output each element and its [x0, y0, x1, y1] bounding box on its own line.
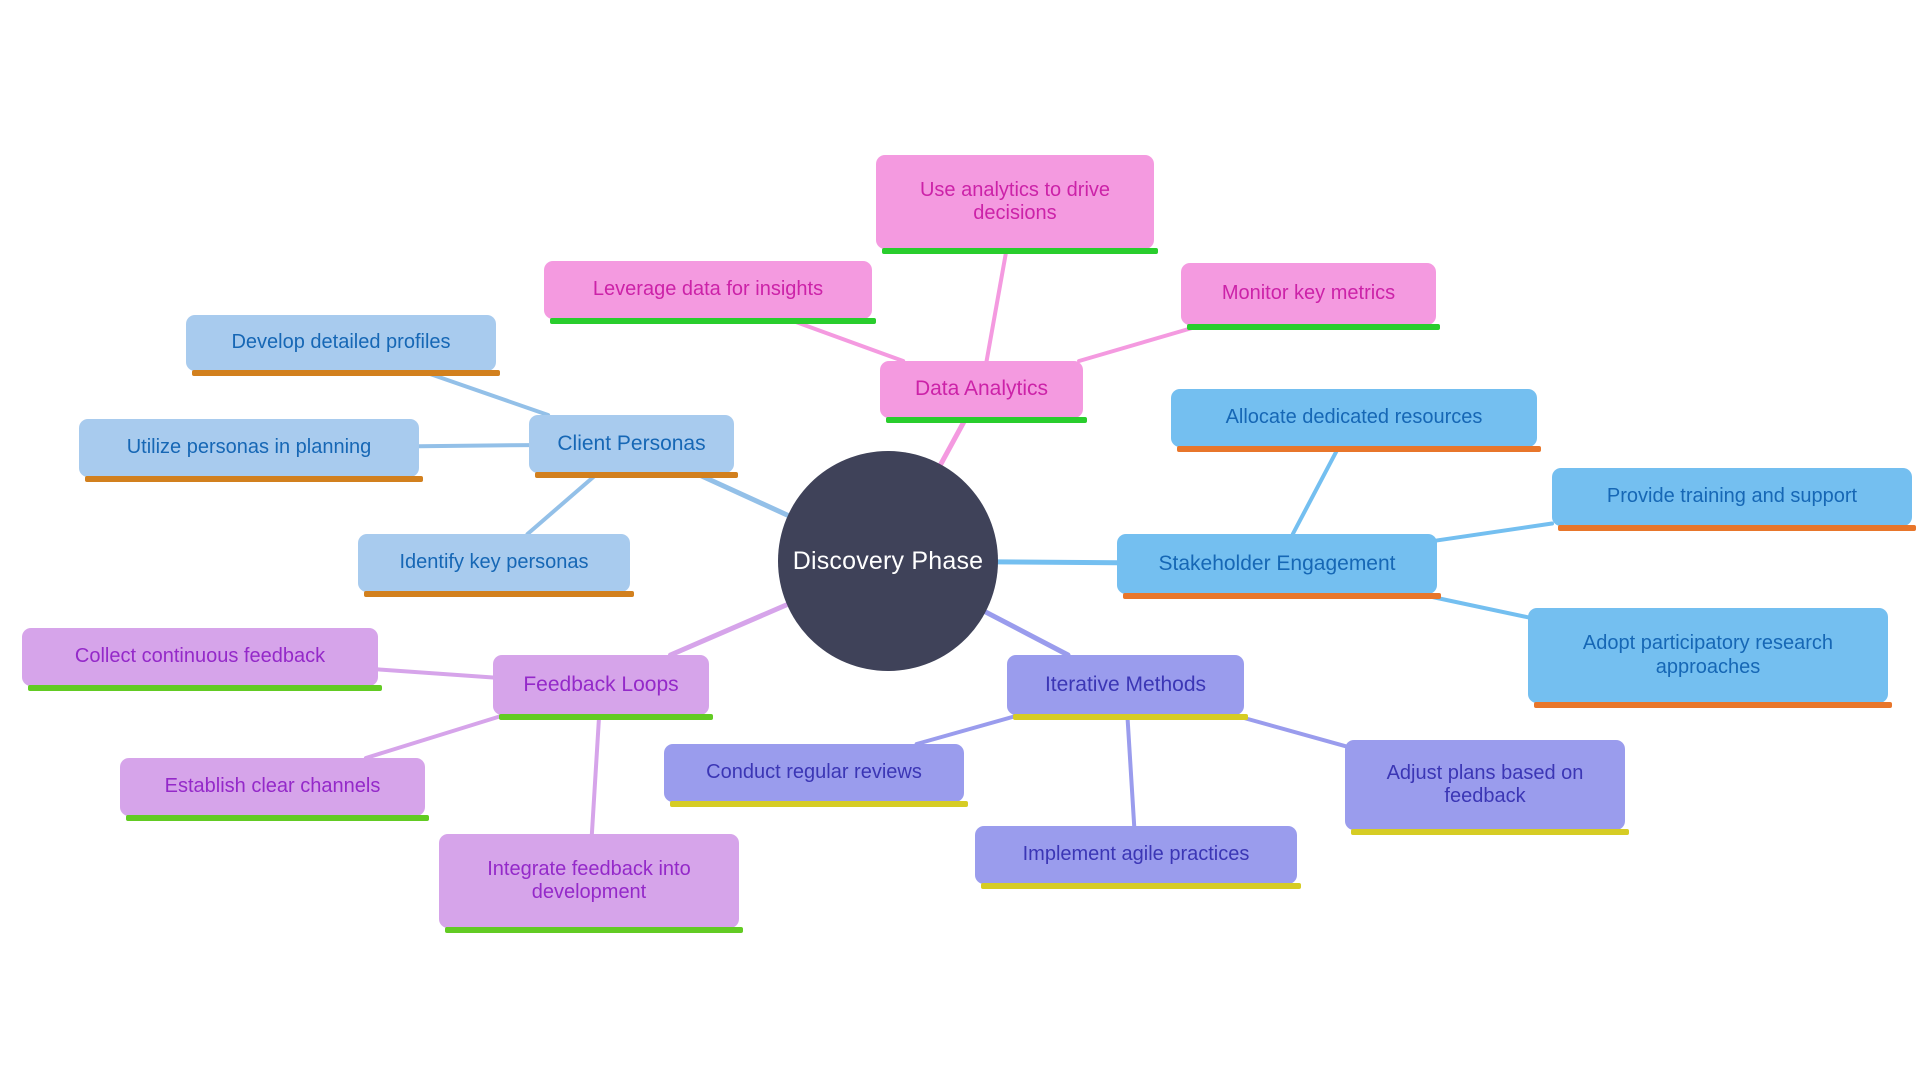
leaf-node-conduct-regular-reviews[interactable]: Conduct regular reviews [664, 744, 964, 802]
branch-node-iterative-methods[interactable]: Iterative Methods [1007, 655, 1244, 715]
node-label: Implement agile practices [1022, 843, 1250, 866]
edge [1125, 713, 1137, 828]
node-underline-adopt-participatory-research-approaches [1534, 702, 1892, 708]
node-label: Provide training and support [1606, 485, 1858, 508]
node-underline-develop-detailed-profiles [192, 370, 500, 376]
node-underline-stakeholder-engagement [1123, 593, 1441, 599]
leaf-node-allocate-dedicated-resources[interactable]: Allocate dedicated resources [1171, 389, 1537, 447]
leaf-node-provide-training-and-support[interactable]: Provide training and support [1552, 468, 1912, 526]
node-label: Data Analytics [914, 377, 1049, 401]
edge [363, 713, 507, 760]
node-underline-data-analytics [886, 417, 1087, 423]
node-label: Allocate dedicated resources [1225, 406, 1483, 429]
node-label: Identify key personas [399, 551, 589, 574]
edge [419, 369, 551, 417]
leaf-node-adopt-participatory-research-approaches[interactable]: Adopt participatory research approaches [1528, 608, 1888, 703]
leaf-node-use-analytics-to-drive-decisions[interactable]: Use analytics to drive decisions [876, 155, 1154, 249]
branch-node-data-analytics[interactable]: Data Analytics [880, 361, 1083, 418]
node-underline-conduct-regular-reviews [670, 801, 968, 807]
leaf-node-monitor-key-metrics[interactable]: Monitor key metrics [1181, 263, 1436, 325]
edge [914, 713, 1022, 746]
mindmap-canvas: Discovery Phase Client Personas Develop de… [0, 0, 1920, 1080]
edge [1435, 521, 1554, 543]
edge [984, 247, 1009, 363]
node-label: Collect continuous feedback [74, 645, 326, 668]
node-label: Leverage data for insights [592, 278, 824, 301]
branch-node-stakeholder-engagement[interactable]: Stakeholder Engagement [1117, 534, 1437, 594]
edge [983, 609, 1071, 658]
edge [1231, 713, 1347, 749]
node-underline-identify-key-personas [364, 591, 634, 597]
leaf-node-implement-agile-practices[interactable]: Implement agile practices [975, 826, 1297, 884]
node-underline-iterative-methods [1013, 714, 1248, 720]
edge [1290, 445, 1341, 536]
node-underline-integrate-feedback-into-development [445, 927, 743, 933]
node-label: Iterative Methods [1044, 672, 1207, 696]
edge [1077, 323, 1205, 363]
node-underline-monitor-key-metrics [1187, 324, 1440, 330]
node-label: Use analytics to drive decisions [919, 178, 1111, 224]
node-label: Adopt participatory research approaches [1582, 632, 1834, 678]
edge [525, 471, 600, 536]
leaf-node-adjust-plans-based-on-feedback[interactable]: Adjust plans based on feedback [1345, 740, 1625, 830]
node-underline-feedback-loops [499, 714, 713, 720]
leaf-node-develop-detailed-profiles[interactable]: Develop detailed profiles [186, 315, 496, 371]
edge [376, 667, 495, 680]
node-label: Adjust plans based on feedback [1386, 761, 1584, 807]
node-label: Develop detailed profiles [231, 331, 451, 354]
node-underline-collect-continuous-feedback [28, 685, 382, 691]
leaf-node-collect-continuous-feedback[interactable]: Collect continuous feedback [22, 628, 378, 686]
edge [667, 602, 790, 658]
node-underline-implement-agile-practices [981, 883, 1301, 889]
leaf-node-identify-key-personas[interactable]: Identify key personas [358, 534, 630, 592]
node-underline-utilize-personas-in-planning [85, 476, 423, 482]
node-label: Monitor key metrics [1221, 282, 1396, 305]
edge [417, 443, 531, 449]
node-label: Integrate feedback into development [487, 857, 691, 903]
edge [589, 713, 602, 836]
node-label: Stakeholder Engagement [1158, 551, 1396, 575]
node-label: Utilize personas in planning [126, 436, 372, 459]
root-node-discovery-phase[interactable]: Discovery Phase [778, 451, 998, 671]
node-underline-establish-clear-channels [126, 815, 429, 821]
node-underline-adjust-plans-based-on-feedback [1351, 829, 1629, 835]
node-label: Feedback Loops [523, 672, 679, 696]
leaf-node-leverage-data-for-insights[interactable]: Leverage data for insights [544, 261, 872, 319]
node-label: Client Personas [557, 431, 706, 455]
node-underline-allocate-dedicated-resources [1177, 446, 1541, 452]
leaf-node-establish-clear-channels[interactable]: Establish clear channels [120, 758, 425, 816]
edge [995, 559, 1120, 566]
root-node-label: Discovery Phase [792, 546, 984, 575]
node-label: Establish clear channels [164, 775, 381, 798]
node-underline-leverage-data-for-insights [550, 318, 876, 324]
branch-node-feedback-loops[interactable]: Feedback Loops [493, 655, 709, 715]
node-label: Conduct regular reviews [706, 761, 922, 784]
node-underline-client-personas [535, 472, 738, 478]
leaf-node-utilize-personas-in-planning[interactable]: Utilize personas in planning [79, 419, 419, 477]
branch-node-client-personas[interactable]: Client Personas [529, 415, 734, 473]
node-underline-provide-training-and-support [1558, 525, 1916, 531]
edge [692, 470, 791, 518]
edge [785, 317, 906, 363]
leaf-node-integrate-feedback-into-development[interactable]: Integrate feedback into development [439, 834, 739, 928]
edge [938, 415, 969, 467]
node-underline-use-analytics-to-drive-decisions [882, 248, 1158, 254]
